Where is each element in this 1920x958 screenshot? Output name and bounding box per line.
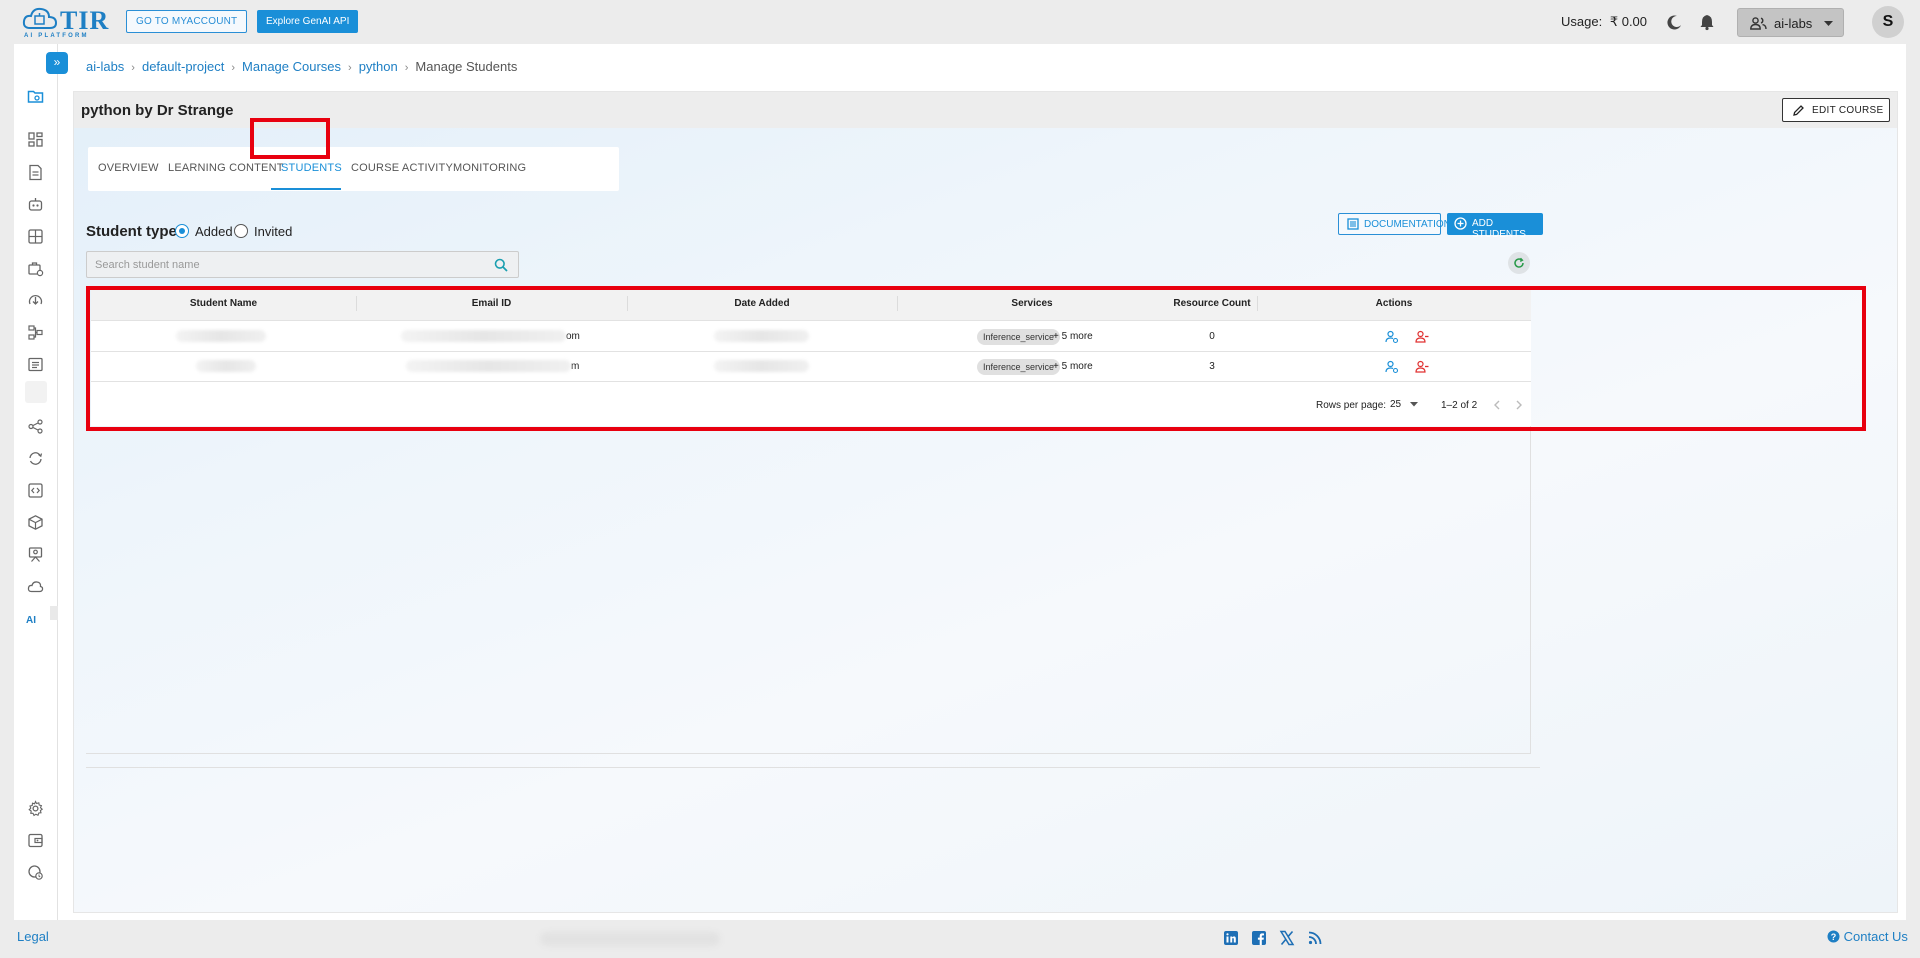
panel-divider <box>86 767 1540 768</box>
breadcrumb-manage-courses[interactable]: Manage Courses <box>242 59 341 74</box>
breadcrumb: ai-labs › default-project › Manage Courses › p… <box>86 59 517 74</box>
contact-us-label: Contact Us <box>1843 929 1908 944</box>
tab-students[interactable]: STUDENTS <box>281 162 342 174</box>
tir-logo[interactable]: TIR AI PLATFORM <box>22 4 110 40</box>
svg-text:?: ? <box>1831 932 1837 942</box>
add-students-label: ADD STUDENTS <box>1472 218 1526 240</box>
refresh-button[interactable] <box>1508 252 1530 274</box>
sidebar-robot-icon[interactable] <box>27 196 44 213</box>
add-students-button[interactable]: ADD STUDENTS <box>1447 213 1543 240</box>
top-bar: TIR AI PLATFORM GO TO MYACCOUNT Explore … <box>0 0 1920 44</box>
logo-subtitle: AI PLATFORM <box>24 33 89 39</box>
sidebar-datasets-icon[interactable] <box>27 228 44 245</box>
chevron-down-icon <box>1824 21 1833 26</box>
team-people-icon <box>1750 17 1767 30</box>
breadcrumb-project[interactable]: default-project <box>142 59 224 74</box>
course-header: python by Dr Strange EDIT COURSE <box>74 92 1897 128</box>
student-search <box>86 251 519 278</box>
cloud-logo-icon <box>22 7 58 29</box>
search-input[interactable] <box>95 257 475 273</box>
rss-icon[interactable] <box>1307 930 1323 946</box>
sidebar-dashboard-icon[interactable] <box>27 131 44 148</box>
course-title: python by Dr Strange <box>81 102 234 119</box>
sidebar-pipelines-icon[interactable] <box>27 324 44 341</box>
sidebar: AI <box>14 44 58 920</box>
linkedin-icon[interactable] <box>1223 930 1239 946</box>
footer-redacted-text <box>540 932 720 946</box>
legal-link[interactable]: Legal <box>17 929 49 944</box>
sidebar-active-indicator <box>50 606 58 620</box>
sidebar-cloud-icon[interactable] <box>27 578 44 595</box>
course-card: python by Dr Strange EDIT COURSE OVERVIE… <box>73 91 1898 913</box>
student-type-invited-label[interactable]: Invited <box>254 224 292 239</box>
edit-course-label: EDIT COURSE <box>1812 105 1884 116</box>
course-tabs: OVERVIEW LEARNING CONTENT STUDENTS COURS… <box>88 147 619 191</box>
tab-overview[interactable]: OVERVIEW <box>98 162 159 174</box>
sidebar-code-icon[interactable] <box>27 482 44 499</box>
student-type-added-radio[interactable] <box>175 224 189 238</box>
usage-value: ₹ 0.00 <box>1609 14 1648 29</box>
highlight-students-table <box>86 286 1866 431</box>
x-icon[interactable] <box>1279 930 1295 946</box>
go-to-myaccount-button[interactable]: GO TO MYACCOUNT <box>126 10 248 33</box>
active-tab-indicator <box>271 188 341 190</box>
explore-genai-api-button[interactable]: Explore GenAI API <box>257 10 359 33</box>
document-list-icon <box>1347 218 1359 230</box>
student-type-invited-radio[interactable] <box>234 224 248 238</box>
student-type-label: Student type: <box>86 223 182 240</box>
team-selector-button[interactable]: ai-labs <box>1737 8 1844 37</box>
search-icon[interactable] <box>494 258 508 272</box>
breadcrumb-separator: › <box>231 62 236 74</box>
breadcrumb-separator: › <box>131 62 135 74</box>
sidebar-share-nodes-icon[interactable] <box>27 418 44 435</box>
sidebar-teacher-icon[interactable] <box>27 546 44 563</box>
breadcrumb-team[interactable]: ai-labs <box>86 59 124 74</box>
sidebar-projects-folder-icon[interactable] <box>27 88 44 105</box>
notifications-bell-icon[interactable] <box>1698 13 1716 31</box>
sidebar-cube-icon[interactable] <box>27 514 44 531</box>
pencil-icon <box>1793 105 1804 116</box>
documentation-label: DOCUMENTATION <box>1364 219 1451 230</box>
tab-course-activity[interactable]: COURSE ACTIVITY <box>351 162 453 174</box>
documentation-button[interactable]: DOCUMENTATION <box>1338 213 1451 235</box>
double-chevron-right-icon: » <box>53 55 61 69</box>
sidebar-expand-toggle[interactable]: » <box>46 52 68 74</box>
student-type-added-label[interactable]: Added <box>195 224 233 239</box>
sidebar-deploy-icon[interactable] <box>27 292 44 309</box>
facebook-icon[interactable] <box>1251 930 1267 946</box>
breadcrumb-course[interactable]: python <box>359 59 398 74</box>
help-circle-icon: ? <box>1827 930 1840 943</box>
user-avatar[interactable]: S <box>1872 6 1904 38</box>
app-shell: AI » ai-labs › default-project › Manage Cour… <box>14 44 1906 920</box>
logo-text: TIR <box>60 6 110 35</box>
usage-label: Usage: <box>1561 14 1603 29</box>
sidebar-notebook-icon[interactable] <box>27 164 44 181</box>
team-label: ai-labs <box>1774 16 1813 31</box>
highlight-students-tab <box>250 118 330 159</box>
sidebar-sync-icon[interactable] <box>27 450 44 467</box>
sidebar-billing-icon[interactable] <box>27 832 44 849</box>
breadcrumb-current: Manage Students <box>415 59 518 74</box>
breadcrumb-separator: › <box>348 62 352 74</box>
tab-learning-content[interactable]: LEARNING CONTENT <box>168 162 284 174</box>
sidebar-registry-icon[interactable] <box>27 356 44 373</box>
ai-labs-label: AI <box>26 615 36 626</box>
refresh-icon <box>1514 257 1524 268</box>
edit-course-button[interactable]: EDIT COURSE <box>1782 98 1890 122</box>
sidebar-settings-gear-icon[interactable] <box>27 800 44 817</box>
sidebar-ai-labs-item[interactable]: AI <box>26 615 36 626</box>
dark-mode-moon-icon[interactable] <box>1666 13 1684 31</box>
breadcrumb-separator: › <box>404 62 409 74</box>
sidebar-jobs-briefcase-icon[interactable] <box>27 260 44 277</box>
sidebar-support-icon[interactable] <box>27 864 44 881</box>
plus-circle-icon <box>1454 217 1467 230</box>
contact-us-link[interactable]: ? Contact Us <box>1827 929 1908 944</box>
footer: Legal ? Contact Us <box>0 920 1920 958</box>
tab-monitoring[interactable]: MONITORING <box>453 162 526 174</box>
sidebar-placeholder-item[interactable] <box>25 381 47 403</box>
usage-display: Usage: ₹ 0.00 <box>1561 14 1647 30</box>
